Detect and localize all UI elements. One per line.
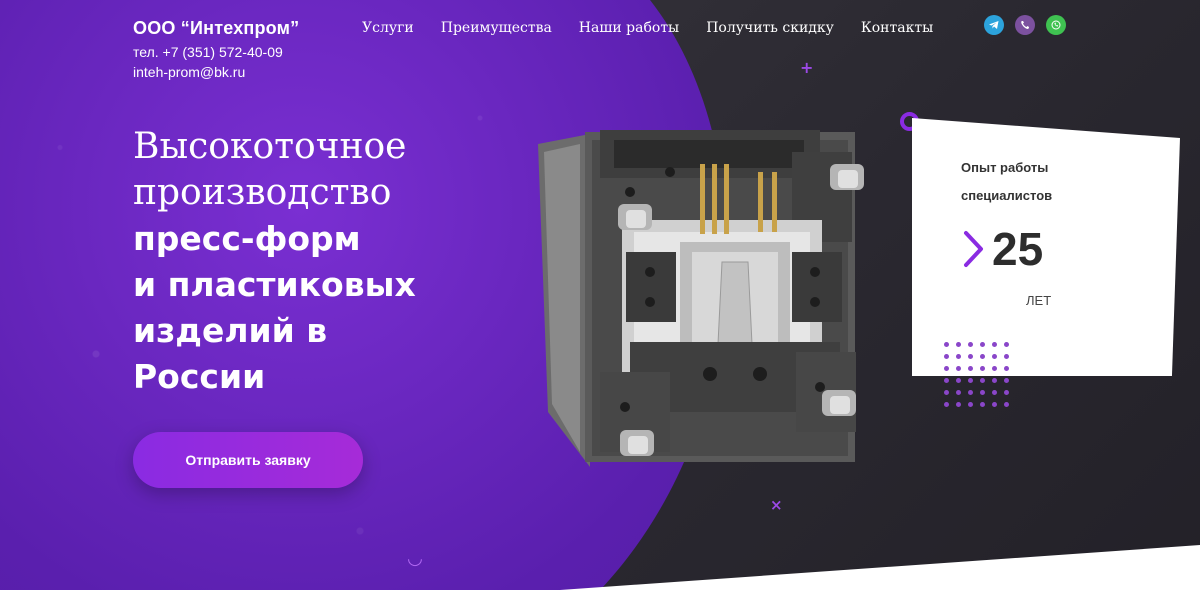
card-label-line: Опыт работы bbox=[961, 160, 1049, 175]
hero-section: ООО “Интехпром” тел. +7 (351) 572-40-09 … bbox=[0, 0, 1200, 590]
nav-item-discount[interactable]: Получить скидку bbox=[706, 20, 834, 36]
company-name[interactable]: ООО “Интехпром” bbox=[133, 18, 299, 39]
hero-headline: Высокоточное производство пресс-форм и п… bbox=[133, 124, 416, 400]
experience-card: Опыт работы специалистов 25 ЛЕТ bbox=[912, 118, 1180, 376]
plus-decoration-icon: + bbox=[800, 58, 814, 77]
nav-item-advantages[interactable]: Преимущества bbox=[441, 20, 552, 36]
headline-line: производство bbox=[133, 172, 392, 213]
press-mold-image bbox=[538, 130, 864, 467]
main-nav: Услуги Преимущества Наши работы Получить… bbox=[362, 20, 933, 36]
social-links bbox=[984, 15, 1066, 35]
dot-grid-decoration bbox=[944, 342, 1009, 407]
viber-icon[interactable] bbox=[1015, 15, 1035, 35]
cross-decoration-icon: × bbox=[770, 496, 783, 514]
headline-line: изделий в bbox=[133, 311, 328, 350]
telegram-icon[interactable] bbox=[984, 15, 1004, 35]
headline-line: Высокоточное bbox=[133, 126, 407, 167]
card-label-line: специалистов bbox=[961, 188, 1053, 203]
nav-item-contacts[interactable]: Контакты bbox=[861, 20, 933, 36]
headline-line: пресс-форм bbox=[133, 219, 361, 258]
chevron-right-icon bbox=[964, 231, 983, 267]
submit-request-button[interactable]: Отправить заявку bbox=[133, 432, 363, 488]
experience-unit: ЛЕТ bbox=[1026, 293, 1052, 308]
nav-item-works[interactable]: Наши работы bbox=[579, 20, 679, 36]
experience-years-value: 25 bbox=[992, 223, 1044, 275]
email-address[interactable]: inteh-prom@bk.ru bbox=[133, 63, 299, 81]
brand-block: ООО “Интехпром” тел. +7 (351) 572-40-09 … bbox=[133, 18, 299, 81]
nav-item-services[interactable]: Услуги bbox=[362, 20, 414, 36]
whatsapp-icon[interactable] bbox=[1046, 15, 1066, 35]
arc-decoration-icon: ◡ bbox=[408, 548, 422, 569]
headline-line: и пластиковых bbox=[133, 265, 416, 304]
headline-line: России bbox=[133, 357, 266, 396]
phone-number[interactable]: тел. +7 (351) 572-40-09 bbox=[133, 43, 299, 61]
